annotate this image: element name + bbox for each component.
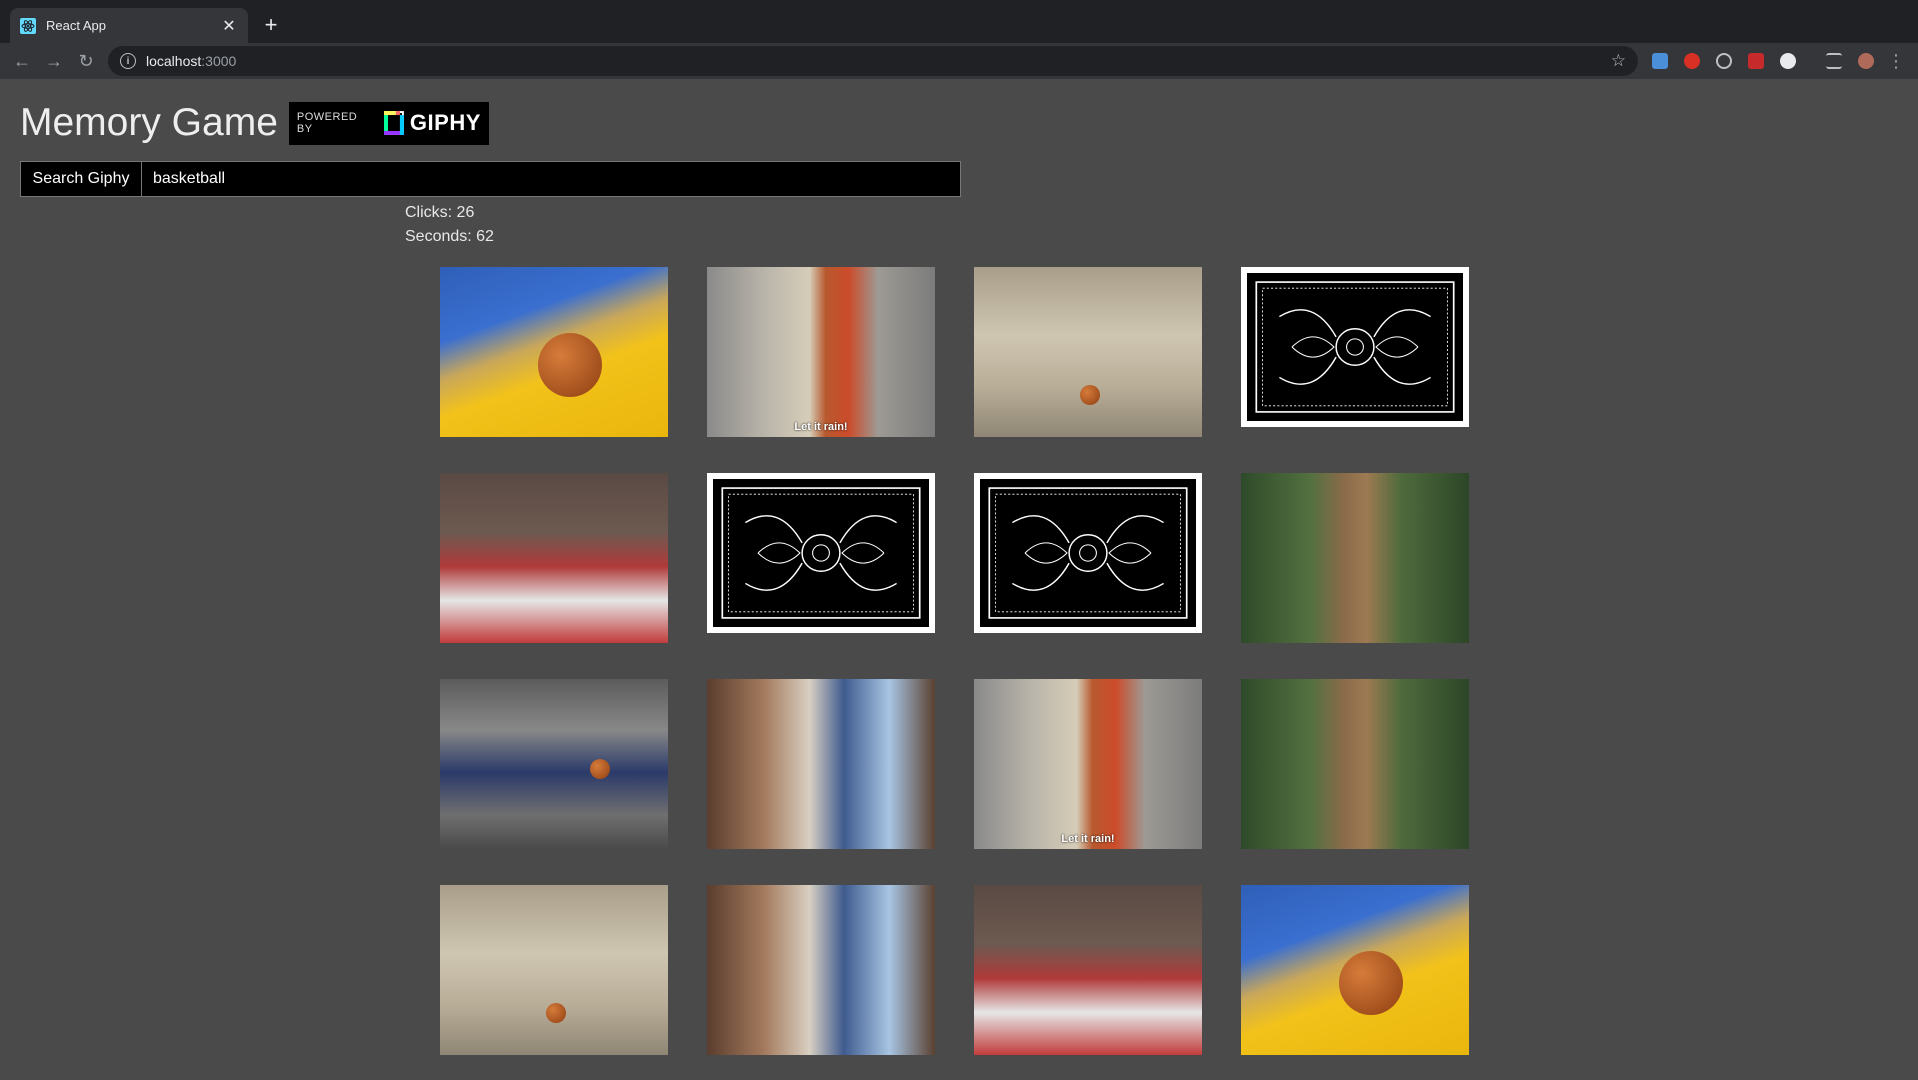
memory-card-alley-dribble[interactable] (440, 885, 668, 1055)
memory-card-let-it-rain[interactable]: Let it rain! (707, 267, 935, 437)
basketball-image (1080, 385, 1100, 405)
memory-card-face-down[interactable] (974, 473, 1202, 633)
memory-card-jungle-hoop[interactable] (1241, 679, 1469, 849)
app-header: Memory Game POWERED BY GIPHY (20, 101, 489, 145)
basketball-image (538, 333, 602, 397)
browser-toolbar: ← → ↻ i localhost :3000 ☆ ⋮ (0, 43, 1918, 79)
memory-card-butler[interactable] (440, 473, 668, 643)
card-grid: Let it rain! Let it rain! (440, 267, 1469, 1055)
memory-card-face-down[interactable] (1241, 267, 1469, 427)
close-icon[interactable]: ✕ (220, 17, 238, 35)
clicks-counter: Clicks: 26 (405, 204, 475, 221)
giphy-attribution: POWERED BY GIPHY (288, 101, 489, 145)
search-giphy-button[interactable]: Search Giphy (20, 161, 142, 197)
reload-icon[interactable]: ↻ (72, 47, 100, 75)
card-back-pattern (713, 479, 929, 627)
basketball-image (1339, 951, 1403, 1015)
page-title: Memory Game (20, 101, 278, 144)
memory-card-bench[interactable] (707, 885, 935, 1055)
target-extension-icon[interactable] (1716, 53, 1732, 69)
info-icon[interactable]: i (120, 53, 136, 69)
url-host: localhost (146, 53, 202, 69)
address-bar[interactable]: i localhost :3000 ☆ (108, 46, 1638, 76)
react-logo-icon (20, 17, 36, 34)
browser-tab[interactable]: React App ✕ (10, 8, 248, 43)
arrow-right-icon[interactable]: → (40, 47, 68, 75)
search-form: Search Giphy (20, 161, 961, 197)
memory-card-let-it-rain[interactable]: Let it rain! (974, 679, 1202, 849)
memory-card-dunk[interactable] (440, 679, 668, 849)
extension-bars-icon[interactable] (1652, 53, 1668, 69)
gif-caption: Let it rain! (794, 421, 848, 433)
memory-card-face-down[interactable] (707, 473, 935, 633)
basketball-image (590, 759, 610, 779)
kebab-menu-icon[interactable]: ⋮ (1886, 47, 1906, 75)
tab-title: React App (46, 18, 106, 33)
giphy-logo-icon (384, 111, 404, 135)
memory-card-jungle-hoop[interactable] (1241, 473, 1469, 643)
card-back-pattern (1247, 273, 1463, 421)
search-input[interactable] (142, 161, 961, 197)
memory-card-curry[interactable] (1241, 885, 1469, 1055)
game-stats: Clicks: 26 Seconds: 62 (405, 201, 494, 249)
browser-tabstrip: React App ✕ + (0, 0, 1918, 43)
red-extension-icon[interactable] (1748, 53, 1764, 69)
memory-card-butler[interactable] (974, 885, 1202, 1055)
star-icon[interactable]: ☆ (1611, 51, 1626, 71)
card-back-pattern (980, 479, 1196, 627)
adblock-icon[interactable] (1684, 53, 1700, 69)
avatar[interactable] (1858, 53, 1874, 69)
media-queue-icon[interactable] (1826, 53, 1842, 69)
giphy-wordmark: GIPHY (409, 110, 481, 135)
memory-card-bench[interactable] (707, 679, 935, 849)
powered-by-text: POWERED BY (296, 111, 358, 135)
seconds-timer: Seconds: 62 (405, 228, 494, 245)
new-tab-plus-icon[interactable]: + (258, 12, 284, 38)
arrow-left-icon[interactable]: ← (8, 47, 36, 75)
memory-card-alley-dribble[interactable] (974, 267, 1202, 437)
basketball-image (546, 1003, 566, 1023)
gif-caption: Let it rain! (1061, 833, 1115, 845)
url-port: :3000 (201, 53, 237, 69)
dark-reader-icon[interactable] (1780, 53, 1796, 69)
memory-card-curry[interactable] (440, 267, 668, 437)
